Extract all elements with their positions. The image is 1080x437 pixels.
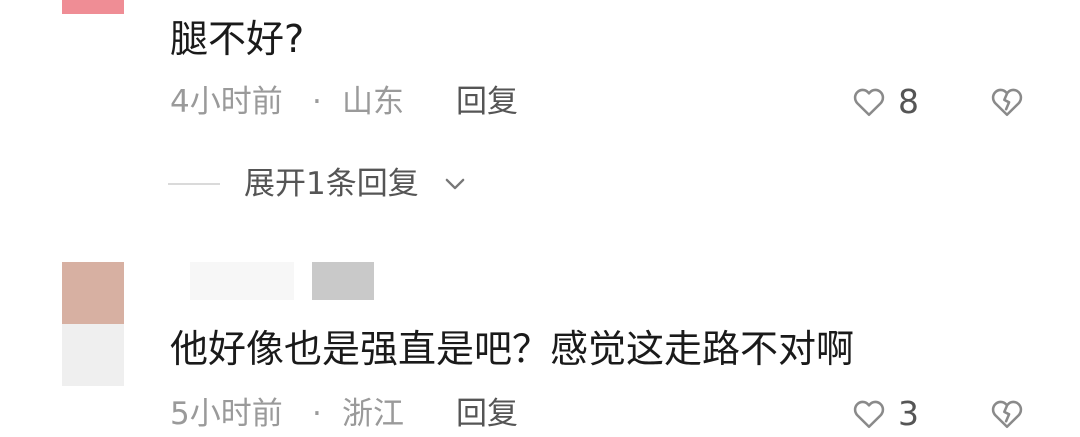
broken-heart-icon[interactable] — [988, 396, 1026, 432]
avatar-placeholder — [62, 324, 124, 386]
comment-location: 浙江 — [342, 396, 404, 432]
comment-time: 4小时前 — [170, 84, 283, 120]
like-count: 8 — [898, 82, 919, 121]
redacted-badge — [312, 262, 374, 300]
heart-outline-icon — [853, 88, 885, 117]
comment-time: 5小时前 — [170, 396, 283, 432]
meta-separator: · — [312, 396, 322, 432]
broken-heart-icon[interactable] — [988, 84, 1026, 120]
redacted-username — [190, 262, 294, 300]
divider-line — [168, 183, 220, 185]
comment-text: 他好像也是强直是吧？感觉这走路不对啊 — [170, 327, 855, 371]
avatar[interactable] — [62, 0, 124, 14]
expand-replies-button[interactable]: 展开1条回复 — [168, 164, 568, 204]
meta-separator: · — [312, 84, 322, 120]
chevron-down-icon — [445, 178, 465, 190]
avatar[interactable] — [62, 262, 124, 324]
reply-button[interactable]: 回复 — [456, 394, 518, 434]
reply-button[interactable]: 回复 — [456, 82, 518, 122]
comment-meta: 5小时前 · 浙江 回复 3 — [170, 394, 1050, 434]
heart-outline-icon — [853, 400, 885, 429]
comment-meta: 4小时前 · 山东 回复 8 — [170, 82, 1050, 122]
like-count: 3 — [898, 394, 919, 433]
comment-text: 腿不好? — [170, 17, 305, 61]
expand-replies-label: 展开1条回复 — [244, 166, 419, 202]
comment-location: 山东 — [342, 84, 404, 120]
